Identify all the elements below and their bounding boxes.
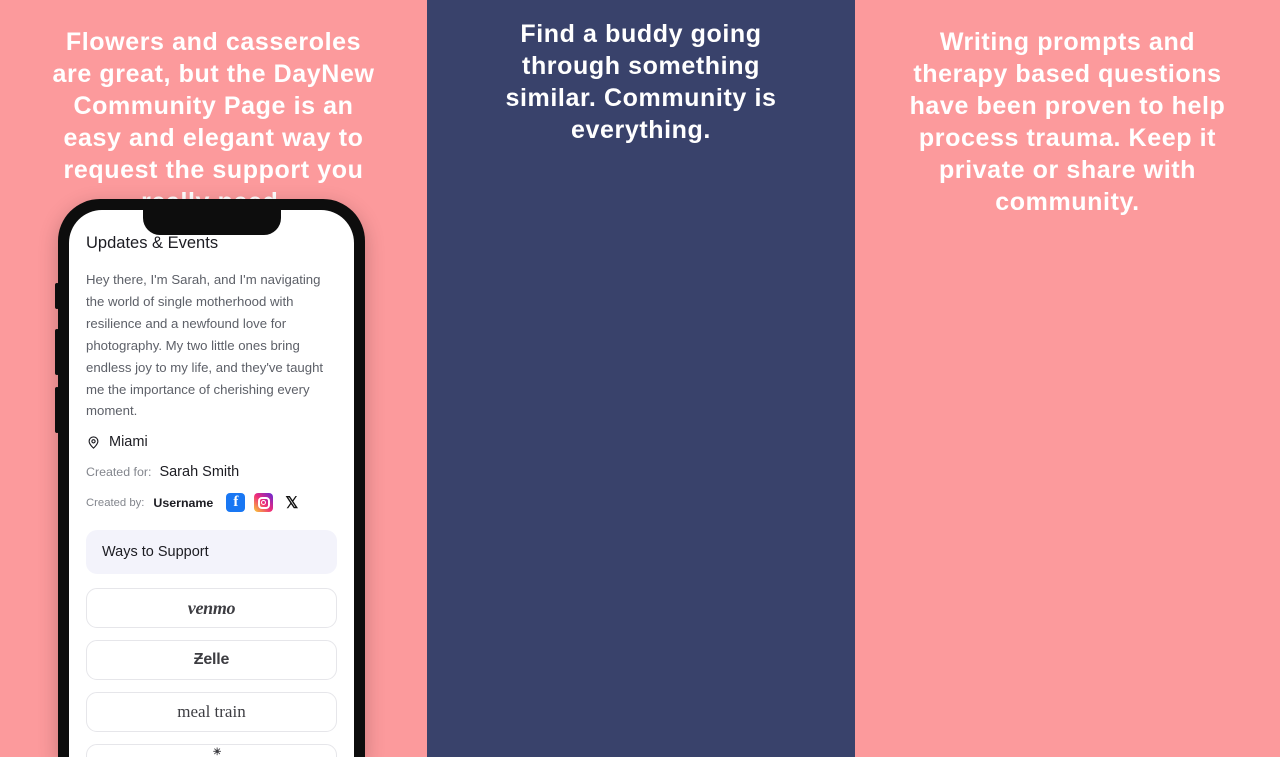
venmo-logo: venmo: [187, 597, 236, 618]
sunburst-icon: ☀: [212, 747, 222, 757]
ways-to-support-header: Ways to Support: [86, 530, 337, 575]
location-value: Miami: [109, 434, 148, 451]
zelle-logo: Ƶelle: [193, 651, 230, 669]
instagram-icon[interactable]: [254, 493, 274, 513]
panel-3-headline: Writing prompts and therapy based questi…: [909, 28, 1226, 216]
payment-option-zelle[interactable]: Ƶelle: [86, 640, 337, 681]
mealtrain-logo: meal train: [177, 702, 246, 722]
panel-1-headline: Flowers and casseroles are great, but th…: [52, 28, 375, 216]
panel-2-headline: Find a buddy going through something sim…: [505, 20, 777, 144]
phone-notch: [142, 210, 281, 235]
created-for-row: Created for: Sarah Smith: [86, 464, 337, 480]
three-panel-marketing-collage: Flowers and casseroles are great, but th…: [0, 0, 1280, 757]
phone-volume-up: [55, 329, 59, 375]
panel-find-buddy: Find a buddy going through something sim…: [427, 0, 855, 757]
facebook-icon[interactable]: f: [226, 493, 246, 513]
phone-volume-down: [55, 387, 59, 433]
updates-events-page: Updates & Events Hey there, I'm Sarah, a…: [69, 210, 354, 757]
created-by-row: Created by: Username f 𝕏: [86, 493, 337, 513]
payment-option-gofundme[interactable]: ☀ gofundme: [86, 744, 337, 757]
panel-community-page: Flowers and casseroles are great, but th…: [0, 0, 427, 757]
phone-mockup-1: Updates & Events Hey there, I'm Sarah, a…: [55, 199, 365, 757]
created-for-value: Sarah Smith: [159, 464, 240, 481]
created-by-label: Created by:: [86, 496, 145, 509]
location-pin-icon: [88, 436, 99, 449]
location-row: Miami: [86, 434, 337, 450]
x-icon[interactable]: 𝕏: [282, 493, 301, 512]
bio-text: Hey there, I'm Sarah, and I'm navigating…: [86, 272, 324, 419]
created-by-value: Username: [153, 495, 214, 510]
phone-1-screen: Updates & Events Hey there, I'm Sarah, a…: [69, 210, 354, 757]
payment-option-mealtrain[interactable]: meal train: [86, 692, 337, 733]
phone-mute-switch: [55, 283, 59, 309]
page-title: Updates & Events: [86, 234, 219, 252]
panel-journal-prompts: Writing prompts and therapy based questi…: [855, 0, 1280, 757]
created-for-label: Created for:: [86, 465, 152, 480]
payment-option-venmo[interactable]: venmo: [86, 588, 337, 629]
